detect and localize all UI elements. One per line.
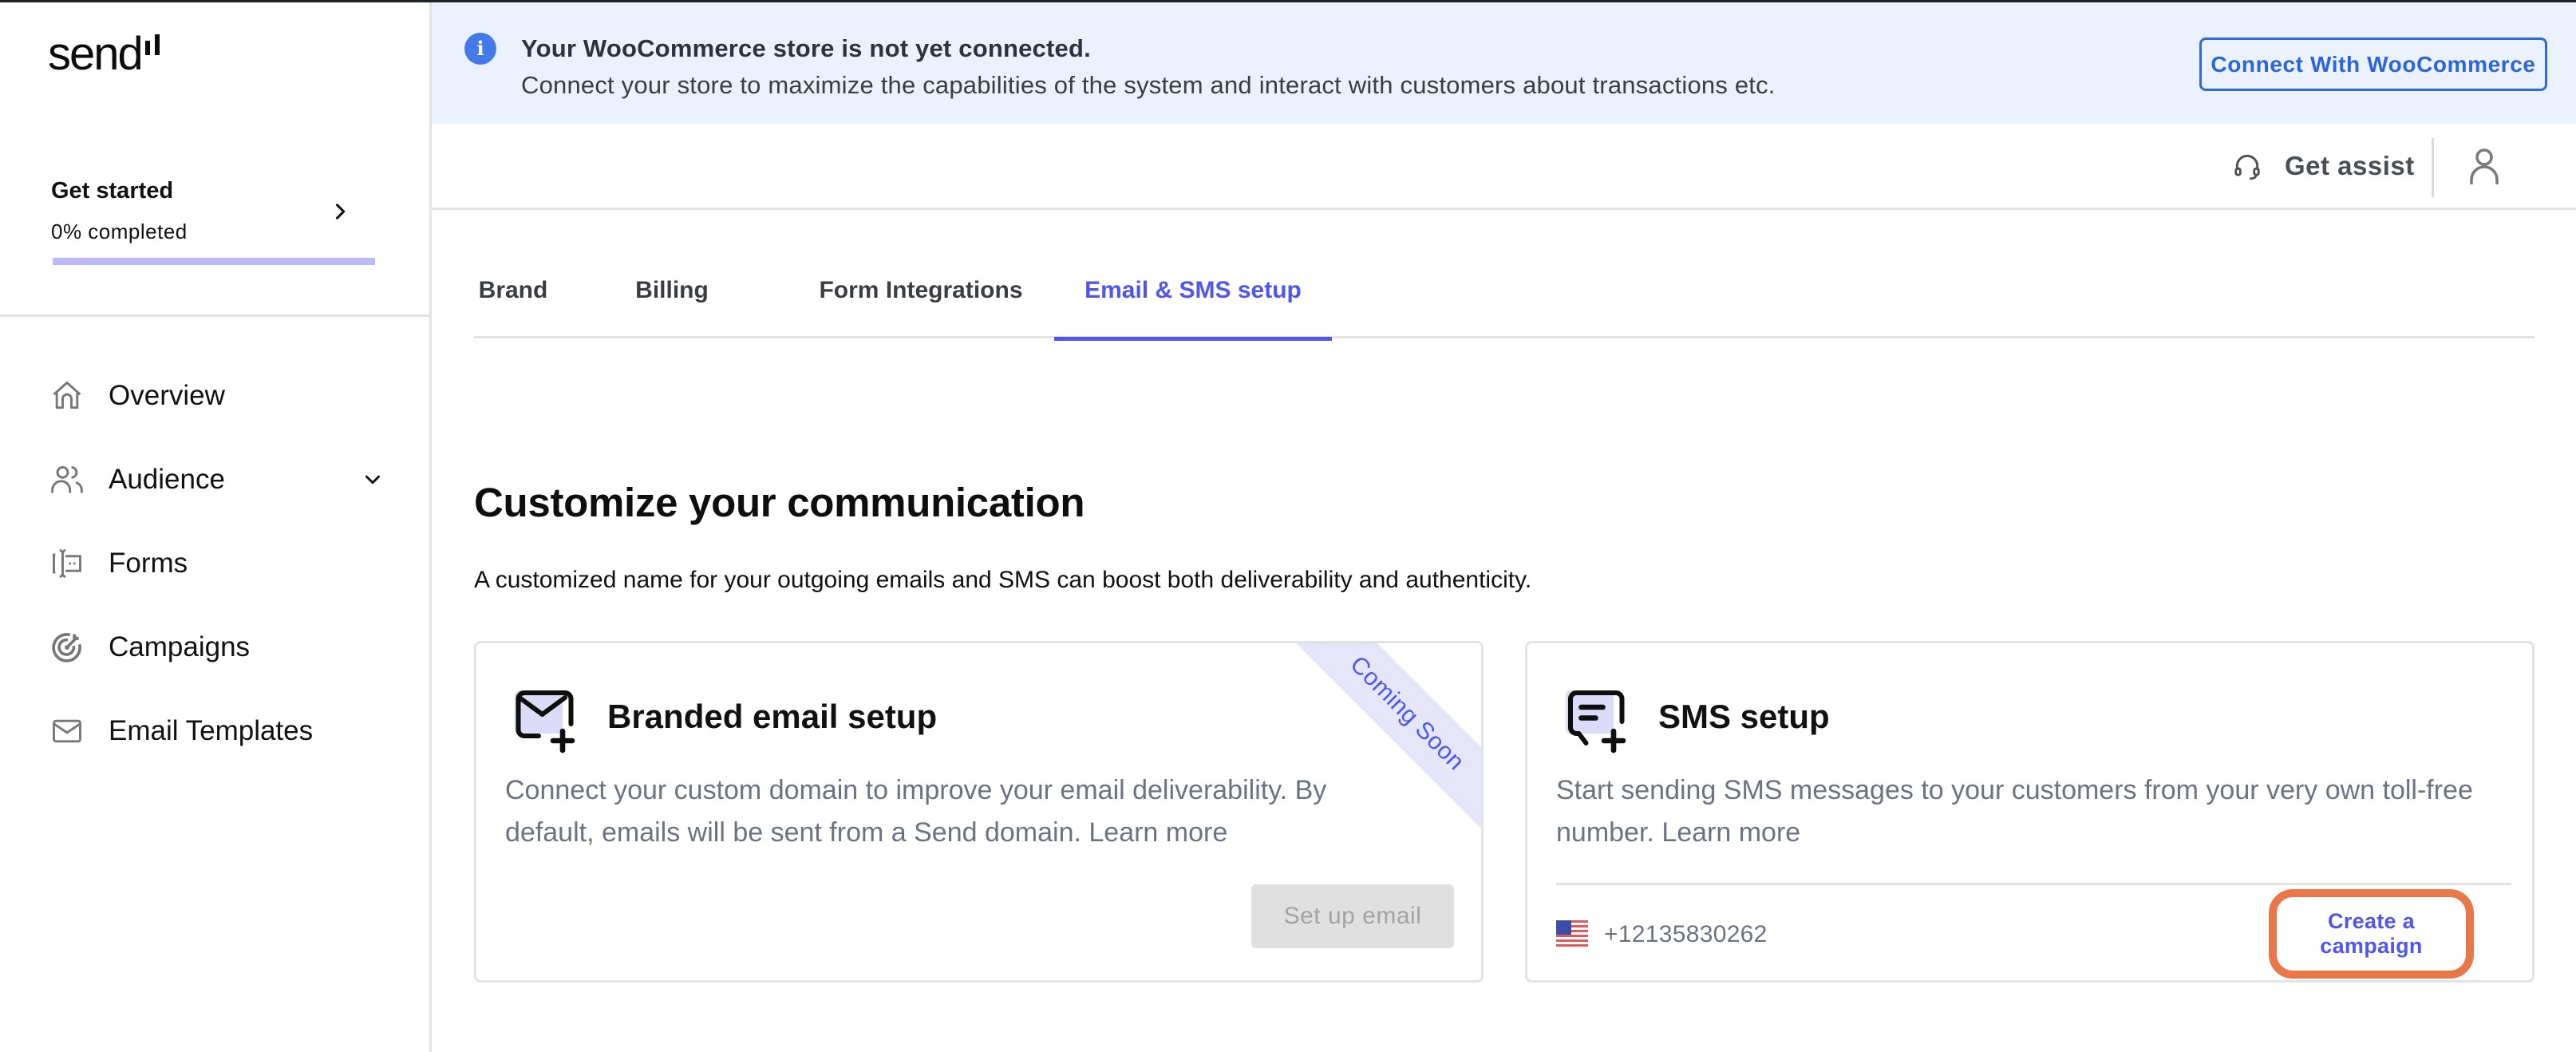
sidebar-item-label: Audience: [109, 463, 225, 495]
woocommerce-banner: i Your WooCommerce store is not yet conn…: [432, 2, 2576, 124]
form-icon: [53, 548, 81, 578]
phone-number: +12135830262: [1604, 921, 1768, 947]
banner-text: Connect your store to maximize the capab…: [521, 71, 1776, 99]
sidebar-item-label: Campaigns: [109, 631, 251, 662]
sidebar-nav: Overview Audience Forms Campaigns Email …: [49, 354, 385, 773]
sidebar-item-forms[interactable]: Forms: [49, 521, 385, 605]
phone-number-row: +12135830262: [1556, 920, 1768, 949]
app-logo[interactable]: send: [48, 28, 160, 80]
banner-title: Your WooCommerce store is not yet connec…: [521, 34, 1091, 62]
logo-bars-icon: [144, 33, 160, 77]
card-description: Start sending SMS messages to your custo…: [1556, 769, 2498, 854]
tab-form-integrations[interactable]: Form Integrations: [792, 263, 1049, 338]
page-subtitle: A customized name for your outgoing emai…: [474, 567, 1532, 593]
sidebar-item-campaigns[interactable]: Campaigns: [49, 605, 385, 689]
target-icon: [52, 632, 81, 662]
sidebar-item-label: Overview: [109, 379, 225, 411]
card-title: SMS setup: [1658, 698, 1830, 735]
sidebar-item-overview[interactable]: Overview: [49, 354, 385, 437]
ribbon-text: Coming Soon: [1345, 651, 1470, 776]
sidebar-divider: [0, 314, 429, 317]
header-separator: [2432, 138, 2434, 197]
branded-email-card: Branded email setup Connect your custom …: [474, 641, 1484, 983]
chevron-right-icon: [335, 204, 346, 219]
home-icon: [53, 381, 81, 409]
get-started-widget[interactable]: Get started 0% completed: [51, 170, 375, 266]
create-campaign-button[interactable]: Create a campaign: [2277, 909, 2466, 959]
card-title: Branded email setup: [607, 698, 938, 735]
card-description: Connect your custom domain to improve yo…: [505, 769, 1367, 854]
users-icon: [51, 465, 83, 492]
chevron-down-icon[interactable]: [361, 468, 385, 492]
headset-icon: [2234, 154, 2260, 180]
mail-icon: [53, 719, 81, 742]
sidebar-item-label: Email Templates: [109, 714, 314, 746]
sidebar: send Get started 0% completed Overview A…: [0, 2, 432, 1052]
us-flag-icon: [1556, 920, 1588, 949]
get-started-progress-label: 0% completed: [51, 219, 188, 243]
sidebar-item-email-templates[interactable]: Email Templates: [49, 689, 385, 773]
get-started-progress-bar: [53, 258, 375, 265]
tab-email-sms-setup[interactable]: Email & SMS setup: [1054, 263, 1332, 341]
learn-more-link[interactable]: Learn more: [1088, 817, 1227, 848]
mail-plus-icon: [515, 690, 575, 753]
connect-woocommerce-button[interactable]: Connect With WooCommerce: [2199, 38, 2547, 91]
tab-brand[interactable]: Brand: [474, 263, 552, 338]
settings-tabs: Brand Billing Form Integrations Email & …: [474, 263, 2535, 341]
get-started-title: Get started: [51, 178, 174, 204]
learn-more-link[interactable]: Learn more: [1661, 817, 1800, 848]
info-icon: i: [464, 33, 496, 65]
user-icon[interactable]: [2468, 148, 2500, 186]
logo-text: send: [48, 28, 144, 80]
create-campaign-highlight: Create a campaign: [2269, 889, 2474, 979]
get-assist-label: Get assist: [2285, 151, 2415, 180]
card-divider: [1556, 883, 2511, 885]
message-plus-icon: [1566, 690, 1626, 753]
sidebar-item-audience[interactable]: Audience: [49, 437, 385, 521]
set-up-email-button[interactable]: Set up email: [1251, 884, 1454, 948]
top-header: Get assist: [432, 124, 2576, 210]
tab-billing[interactable]: Billing: [626, 263, 717, 338]
page-title: Customize your communication: [474, 480, 1085, 525]
get-assist-button[interactable]: Get assist: [2232, 151, 2415, 181]
sidebar-item-label: Forms: [109, 547, 188, 579]
